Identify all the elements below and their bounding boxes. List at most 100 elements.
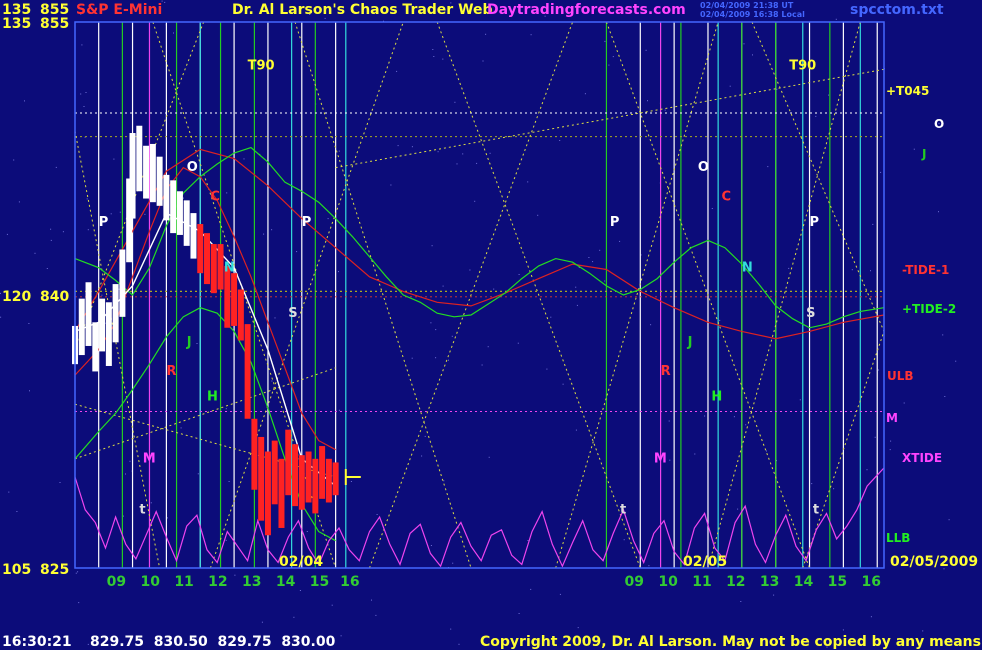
marker-label: O — [698, 160, 709, 175]
star — [180, 427, 182, 429]
star — [773, 594, 775, 596]
star — [448, 359, 449, 361]
diagonal-line — [707, 21, 861, 569]
star — [476, 162, 478, 164]
right-legend-label: -TIDE-1 — [902, 263, 949, 277]
right-legend-label: M — [886, 411, 898, 425]
x-hour-label: 16 — [861, 574, 880, 590]
star — [527, 540, 529, 541]
star — [811, 483, 813, 485]
marker-label: R — [166, 364, 176, 379]
marker-label: O — [187, 160, 198, 175]
star — [167, 517, 168, 519]
chart-title: Dr. Al Larson's Chaos Trader Web — [232, 2, 493, 18]
star — [575, 286, 577, 288]
site-link[interactable]: Daytradingforecasts.com — [487, 2, 686, 18]
price-bar — [204, 233, 211, 285]
star — [77, 571, 79, 573]
price-bar — [163, 174, 170, 221]
instrument-label: S&P E-Mini — [76, 2, 163, 18]
star — [592, 261, 594, 263]
marker-label: S — [288, 306, 297, 321]
star — [842, 629, 844, 631]
star — [122, 515, 124, 517]
star — [75, 572, 77, 574]
star — [458, 643, 460, 645]
right-legend-label: J — [921, 147, 926, 161]
marker-label: N — [742, 260, 753, 275]
x-hour-label: 14 — [794, 574, 814, 590]
star — [488, 456, 490, 458]
star — [815, 115, 817, 117]
star — [833, 488, 835, 490]
star — [889, 449, 891, 451]
price-bar — [332, 462, 339, 496]
star — [828, 94, 830, 96]
star — [493, 288, 495, 290]
star — [83, 106, 85, 107]
star — [101, 294, 103, 296]
star — [922, 630, 924, 632]
star — [261, 621, 263, 623]
star — [481, 364, 483, 366]
star — [435, 329, 437, 331]
star — [955, 360, 957, 362]
marker-label: t — [620, 502, 626, 517]
star — [350, 481, 352, 482]
star — [584, 93, 586, 95]
diagonal-line — [436, 21, 641, 569]
price-bar — [197, 224, 204, 274]
star — [87, 229, 89, 231]
star — [28, 323, 30, 324]
series-xtide — [74, 467, 885, 568]
star — [668, 420, 670, 422]
star — [903, 402, 905, 404]
star — [604, 40, 606, 42]
star — [694, 453, 696, 455]
right-legend-label: LLB — [886, 531, 910, 545]
price-bar — [319, 446, 326, 499]
price-bar — [210, 244, 217, 294]
x-hour-label: 13 — [242, 574, 261, 590]
star — [144, 213, 146, 215]
star — [437, 151, 439, 153]
star — [711, 208, 713, 209]
star — [489, 152, 491, 154]
diagonal-line — [751, 21, 885, 332]
star — [46, 268, 48, 269]
diagonal-line — [369, 21, 574, 569]
star — [243, 158, 245, 160]
star — [454, 101, 456, 103]
star — [0, 292, 1, 294]
price-bar — [99, 298, 106, 352]
x-hour-label: 11 — [692, 574, 711, 590]
star — [767, 166, 769, 168]
price-bar — [143, 145, 150, 199]
star — [293, 616, 295, 618]
star — [34, 252, 36, 254]
star — [866, 469, 868, 471]
right-legend-label: +T045 — [886, 84, 929, 98]
star — [432, 49, 434, 50]
y-price-label: 840 — [40, 289, 69, 305]
date-label: 02/04 — [279, 554, 323, 570]
marker-label: P — [99, 215, 109, 230]
star — [87, 643, 89, 645]
price-bar — [176, 191, 183, 235]
price-bar — [258, 436, 265, 521]
star — [599, 249, 601, 251]
x-hour-label: 11 — [174, 574, 193, 590]
star — [443, 480, 445, 482]
x-hour-label: 10 — [658, 574, 678, 590]
timestamp-ut: 02/04/2009 21:38 UT — [700, 1, 794, 10]
star — [110, 213, 112, 215]
marker-label: C — [210, 189, 220, 204]
star — [737, 508, 739, 510]
star — [340, 635, 342, 637]
star — [16, 511, 18, 512]
star — [431, 245, 433, 247]
last-price-marker — [344, 469, 361, 485]
marker-label: H — [711, 390, 722, 405]
vertical-time-lines — [98, 22, 878, 568]
star — [85, 92, 87, 93]
